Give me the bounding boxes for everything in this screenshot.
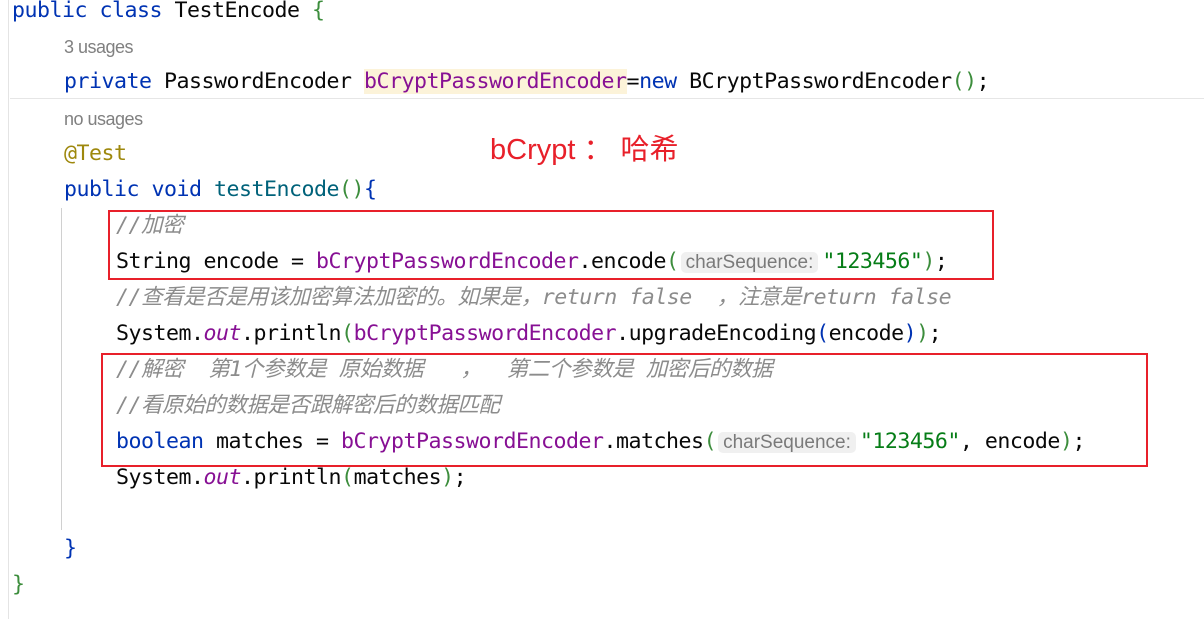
- code-token: encode: [828, 321, 905, 346]
- highlight-box-encode: [108, 210, 994, 280]
- editor-left-border: [8, 0, 9, 619]
- code-token: System.: [116, 321, 204, 346]
- code-token: (): [339, 177, 365, 202]
- code-token: TestEncode: [174, 0, 313, 23]
- code-token: //查看是否是用该加密算法加密的。如果是，return false ，注意是re…: [116, 285, 952, 310]
- code-token: (): [951, 69, 978, 94]
- code-line: //查看是否是用该加密算法加密的。如果是，return false ，注意是re…: [116, 280, 952, 316]
- code-token: .println: [241, 321, 342, 346]
- code-token: bCryptPasswordEncoder: [364, 69, 627, 94]
- code-token: .println: [241, 465, 342, 490]
- code-token: BCryptPasswordEncoder: [689, 69, 952, 94]
- code-token: ): [441, 465, 454, 490]
- code-token: ;: [928, 321, 942, 346]
- code-token: }: [12, 572, 25, 597]
- code-token: (: [816, 321, 829, 346]
- code-token: {: [312, 0, 325, 23]
- code-token: ;: [976, 69, 990, 94]
- code-token: private: [64, 69, 165, 94]
- code-token: PasswordEncoder: [164, 69, 365, 94]
- code-token: out: [203, 465, 242, 490]
- code-token: bCryptPasswordEncoder: [353, 321, 617, 346]
- code-token: ): [916, 321, 929, 346]
- code-token: }: [64, 536, 77, 561]
- code-token: new: [639, 69, 690, 94]
- code-token: =: [626, 69, 640, 94]
- code-token: System.: [116, 465, 204, 490]
- code-token: out: [203, 321, 242, 346]
- code-token: (: [341, 321, 354, 346]
- code-line: public class TestEncode {: [12, 0, 325, 29]
- code-token: (: [341, 465, 354, 490]
- usage-hint[interactable]: 3 usages: [64, 29, 134, 65]
- highlight-box-matches: [101, 353, 1148, 467]
- code-line: System.out.println(bCryptPasswordEncoder…: [116, 316, 942, 352]
- indent-guide: [61, 208, 62, 530]
- code-token: testEncode: [214, 177, 340, 202]
- code-token: @Test: [64, 141, 127, 166]
- code-line: }: [64, 531, 77, 567]
- code-token: ;: [453, 465, 467, 490]
- code-token: matches: [353, 465, 442, 490]
- code-line: }: [12, 567, 25, 603]
- code-token: public void: [64, 177, 215, 202]
- usage-hint[interactable]: no usages: [64, 101, 143, 137]
- annotation-note: bCrypt ： 哈希: [490, 134, 679, 166]
- code-line: public void testEncode(){: [64, 172, 377, 208]
- code-token: .upgradeEncoding: [616, 321, 817, 346]
- code-token: ): [903, 321, 917, 346]
- code-line: private PasswordEncoder bCryptPasswordEn…: [64, 64, 990, 100]
- code-token: {: [364, 177, 377, 202]
- code-token: public class: [12, 0, 175, 23]
- code-line: @Test: [64, 136, 127, 172]
